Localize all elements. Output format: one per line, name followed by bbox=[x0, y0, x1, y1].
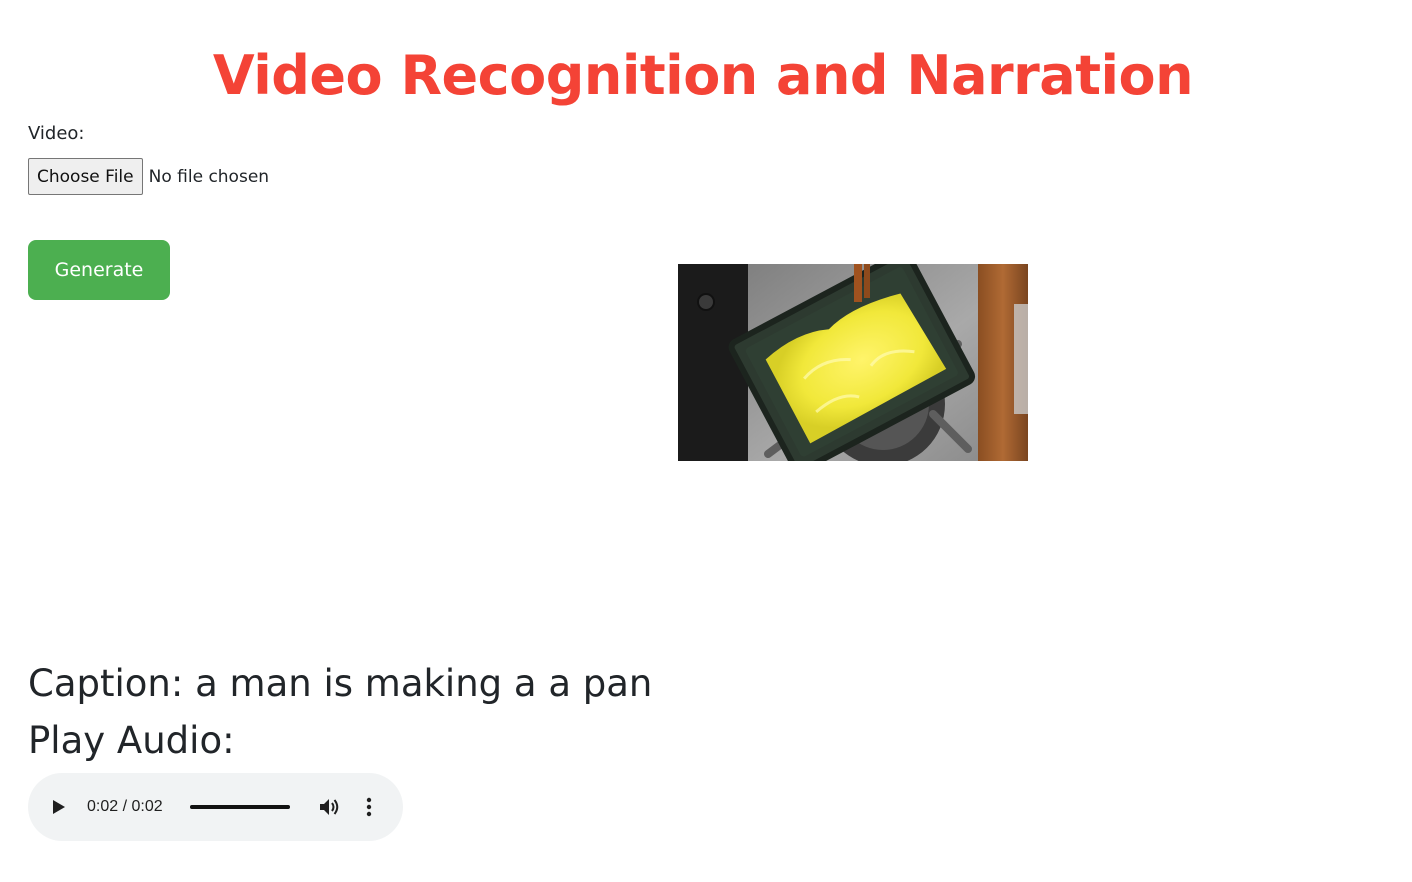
video-label: Video: bbox=[28, 123, 85, 144]
generate-button[interactable]: Generate bbox=[28, 240, 170, 300]
play-icon[interactable] bbox=[52, 773, 70, 841]
play-audio-heading: Play Audio: bbox=[28, 719, 235, 762]
audio-progress-slider[interactable] bbox=[190, 805, 290, 809]
caption-text: Caption: a man is making a a pan bbox=[28, 662, 653, 705]
video-preview[interactable] bbox=[678, 264, 1028, 461]
audio-progress-fill bbox=[190, 805, 290, 809]
volume-icon[interactable] bbox=[319, 773, 341, 841]
audio-player[interactable]: 0:02 / 0:02 bbox=[28, 773, 403, 841]
video-frame-image bbox=[678, 264, 1028, 461]
choose-file-button[interactable]: Choose File bbox=[28, 158, 143, 195]
audio-time-display: 0:02 / 0:02 bbox=[87, 798, 163, 815]
page-title: Video Recognition and Narration bbox=[212, 44, 1194, 107]
file-input[interactable]: Choose File No file chosen bbox=[28, 158, 269, 195]
more-vertical-icon[interactable] bbox=[366, 773, 374, 841]
file-status-text: No file chosen bbox=[148, 166, 270, 187]
